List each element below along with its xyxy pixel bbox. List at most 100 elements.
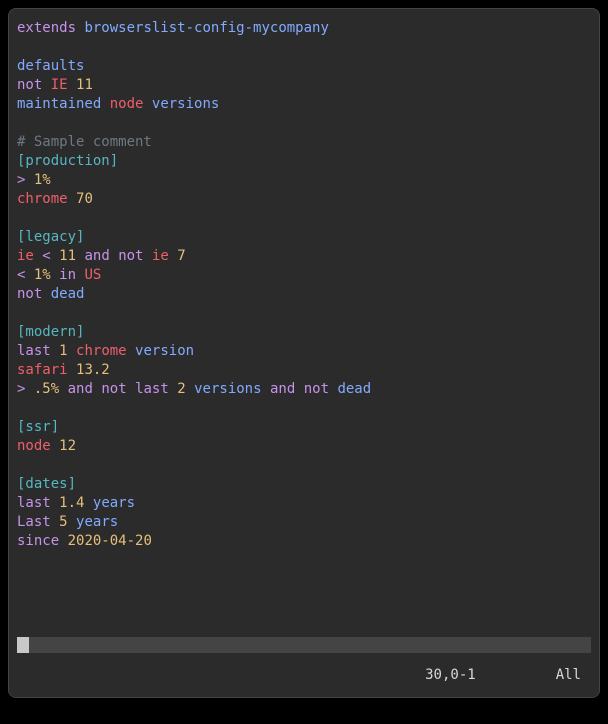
token-plain [144,248,152,264]
token-number: 12 [59,438,76,454]
token-keyword: and [270,381,295,397]
token-op: < [42,248,50,264]
code-line: < 1% in US [17,266,591,285]
token-section: [production] [17,153,118,169]
code-line: > .5% and not last 2 versions and not de… [17,380,591,399]
token-browser: US [84,267,101,283]
token-number: 2 [177,381,185,397]
token-plain [51,267,59,283]
token-plain [68,191,76,207]
token-keyword: not [17,77,42,93]
code-line: Last 5 years [17,513,591,532]
token-plain [68,514,76,530]
token-plain [143,96,151,112]
token-number: 11 [59,248,76,264]
token-section: [dates] [17,476,76,492]
token-string: years [76,514,118,530]
token-browser: ie [152,248,169,264]
token-keyword: not [304,381,329,397]
token-string: dead [337,381,371,397]
token-browser: chrome [76,343,127,359]
token-string: browserslist-config-mycompany [84,20,328,36]
token-plain [51,495,59,511]
token-string: versions [152,96,219,112]
code-line: ie < 11 and not ie 7 [17,247,591,266]
token-number: 7 [177,248,185,264]
token-plain [84,495,92,511]
token-keyword: last [135,381,169,397]
code-line: defaults [17,57,591,76]
status-bar: 30,0-1 All [9,653,599,697]
code-line: since 2020-04-20 [17,532,591,551]
code-line: last 1.4 years [17,494,591,513]
token-section: [ssr] [17,419,59,435]
token-plain [68,343,76,359]
token-browser: node [110,96,144,112]
token-plain [51,514,59,530]
token-string: dead [51,286,85,302]
token-keyword: last [17,343,51,359]
token-keyword: not [118,248,143,264]
token-string: years [93,495,135,511]
token-keyword: since [17,533,59,549]
token-number: 70 [76,191,93,207]
terminal-window: extends browserslist-config-mycompany de… [8,8,600,698]
code-line [17,114,591,133]
code-line: maintained node versions [17,95,591,114]
token-plain [25,172,33,188]
token-plain [127,343,135,359]
token-comment: # Sample comment [17,134,152,150]
code-line [17,209,591,228]
token-plain [127,381,135,397]
token-string: defaults [17,58,84,74]
cursor-position: 30,0-1 [425,666,476,685]
token-keyword: not [17,286,42,302]
scrollbar-thumb[interactable] [17,637,29,653]
code-line: [production] [17,152,591,171]
token-browser: safari [17,362,68,378]
token-number: 5 [59,514,67,530]
code-line: > 1% [17,171,591,190]
token-keyword: Last [17,514,51,530]
token-plain [169,381,177,397]
token-plain [68,77,76,93]
token-plain [295,381,303,397]
token-section: [modern] [17,324,84,340]
token-number: 1 [59,343,67,359]
token-section: [legacy] [17,229,84,245]
token-string: versions [194,381,261,397]
code-line [17,304,591,323]
token-plain [262,381,270,397]
horizontal-scrollbar[interactable] [17,637,591,653]
token-number: .5% [34,381,59,397]
code-line [17,399,591,418]
token-plain [101,96,109,112]
token-number: 1% [34,172,51,188]
code-line: safari 13.2 [17,361,591,380]
token-plain [169,248,177,264]
code-line: not IE 11 [17,76,591,95]
token-string: version [135,343,194,359]
token-plain [110,248,118,264]
scroll-indicator: All [556,666,581,685]
code-line: [dates] [17,475,591,494]
token-plain [51,248,59,264]
token-plain [42,77,50,93]
editor-content[interactable]: extends browserslist-config-mycompany de… [9,9,599,637]
token-browser: IE [51,77,68,93]
token-plain [42,286,50,302]
token-number: 1.4 [59,495,84,511]
code-line: extends browserslist-config-mycompany [17,19,591,38]
token-plain [51,438,59,454]
token-plain [186,381,194,397]
token-number: 11 [76,77,93,93]
token-browser: chrome [17,191,68,207]
token-plain [51,343,59,359]
token-keyword: last [17,495,51,511]
token-keyword: in [59,267,76,283]
token-keyword: not [101,381,126,397]
token-keyword: and [84,248,109,264]
token-number: 2020-04-20 [68,533,152,549]
code-line: [legacy] [17,228,591,247]
token-browser: ie [17,248,34,264]
